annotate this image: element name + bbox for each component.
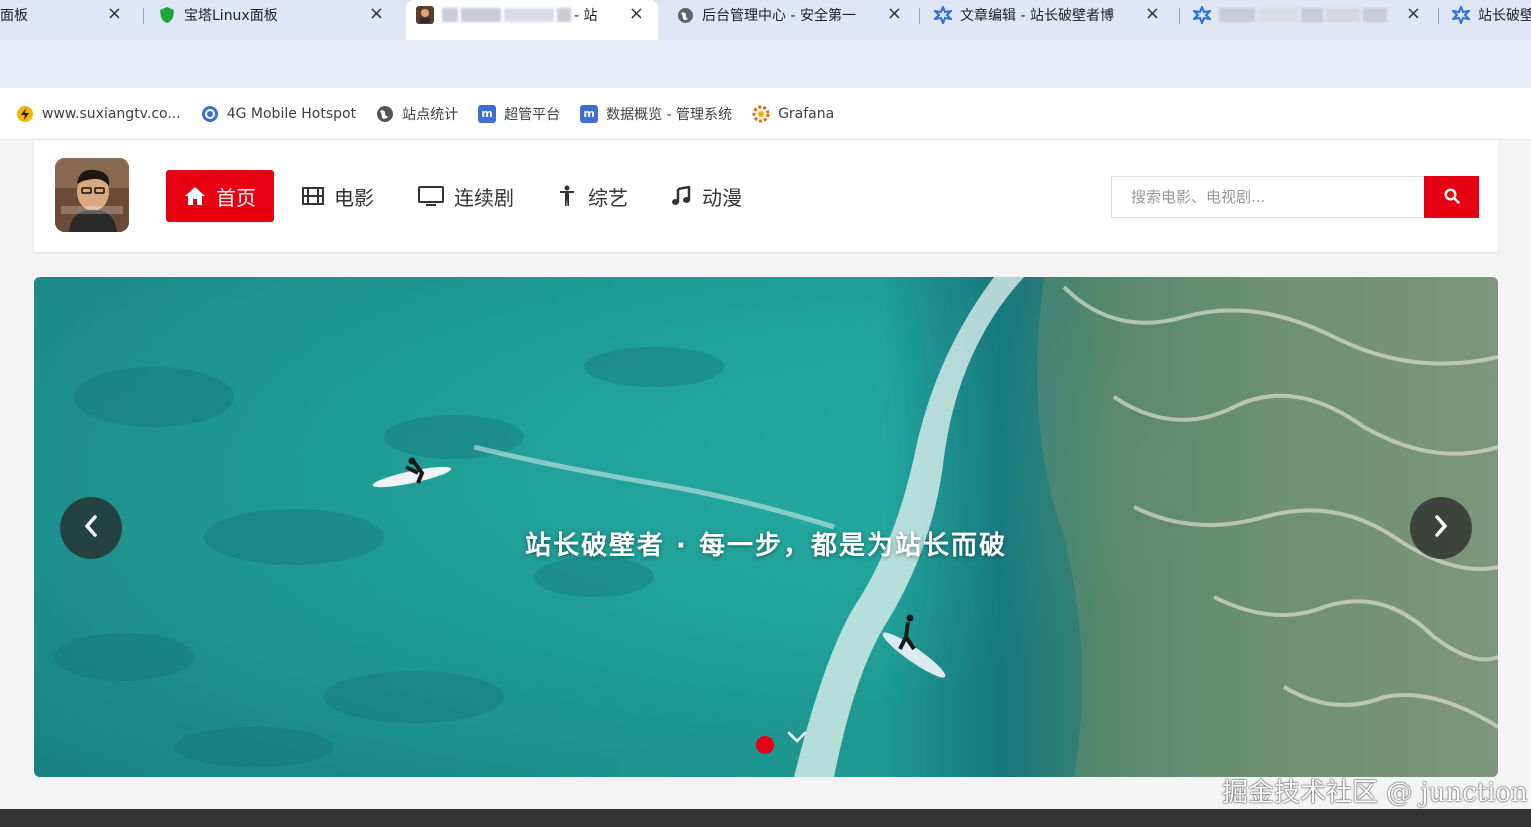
tab-title: 后台管理中心 - 安全第一: [702, 8, 856, 24]
globe-icon: [676, 6, 694, 24]
nav-series[interactable]: 连续剧: [418, 170, 514, 222]
close-tab-icon[interactable]: ×: [1145, 4, 1160, 24]
hotspot-icon: [201, 105, 219, 123]
bookmark-label: Grafana: [778, 105, 835, 122]
site-header: 首页 电影 连续剧 综艺 动漫: [34, 141, 1498, 252]
bottom-strip: [0, 809, 1531, 827]
chevron-right-icon: [1433, 514, 1449, 542]
bookmark-item[interactable]: 4G Mobile Hotspot: [201, 105, 356, 123]
browser-tab-strip: 面板 × 宝塔Linux面板 × - 站 × 后台管理中心 - 安全第一 × 文…: [0, 0, 1531, 40]
bookmark-label: 数据概览 - 管理系统: [606, 106, 733, 123]
grafana-icon: [752, 105, 770, 123]
browser-tab[interactable]: 后台管理中心 - 安全第一 ×: [676, 0, 908, 30]
hero-carousel: 站长破壁者 · 每一步，都是为站长而破: [34, 277, 1498, 777]
browser-tab[interactable]: ×: [1193, 0, 1429, 30]
bookmark-label: www.suxiangtv.co...: [42, 105, 181, 122]
search-button[interactable]: [1424, 176, 1479, 218]
nav-label: 电影: [334, 185, 374, 210]
watermark: 掘金技术社区 @ junction: [1222, 778, 1528, 808]
bookmarks-bar: www.suxiangtv.co... 4G Mobile Hotspot 站点…: [0, 88, 1531, 140]
music-icon: [670, 185, 692, 207]
bookmark-item[interactable]: m 超管平台: [478, 104, 560, 124]
browser-tab[interactable]: 文章编辑 - 站长破壁者博 ×: [934, 0, 1170, 30]
close-tab-icon[interactable]: ×: [107, 4, 122, 24]
bookmark-item[interactable]: 站点统计: [376, 104, 458, 124]
nav-label: 动漫: [702, 185, 742, 210]
carousel-dot-active[interactable]: [756, 736, 774, 754]
browser-tab[interactable]: 面板 ×: [0, 0, 132, 30]
bookmark-label: 站点统计: [402, 106, 459, 123]
search-bar: [1111, 176, 1479, 218]
m-square-icon: m: [478, 104, 497, 123]
puzzle-icon: [1193, 6, 1211, 24]
puzzle-icon: [1452, 6, 1470, 24]
tab-title: - 站: [574, 8, 598, 24]
browser-tab[interactable]: 站长破壁: [1452, 0, 1531, 30]
close-tab-icon[interactable]: ×: [629, 4, 644, 24]
close-tab-icon[interactable]: ×: [369, 4, 384, 24]
bookmark-item[interactable]: m 数据概览 - 管理系统: [580, 104, 732, 124]
tab-title: 文章编辑 - 站长破壁者博: [960, 8, 1114, 24]
browser-tab[interactable]: 宝塔Linux面板 ×: [158, 0, 394, 30]
tv-icon: [418, 185, 444, 207]
chevron-down-icon[interactable]: [786, 729, 808, 745]
bolt-icon: [16, 105, 34, 123]
search-icon: [1443, 187, 1460, 207]
person-icon: [556, 185, 578, 207]
bookmark-item[interactable]: www.suxiangtv.co...: [16, 105, 181, 123]
carousel-next-button[interactable]: [1410, 497, 1472, 559]
home-icon: [184, 185, 206, 207]
browser-tab-active[interactable]: - 站 ×: [406, 0, 658, 40]
tab-title: 站长破壁: [1478, 8, 1531, 24]
carousel-prev-button[interactable]: [60, 497, 122, 559]
nav-label: 连续剧: [454, 185, 514, 210]
browser-toolbar: [0, 40, 1531, 88]
bookmark-label: 4G Mobile Hotspot: [226, 105, 357, 122]
banner-caption: 站长破壁者 · 每一步，都是为站长而破: [525, 531, 1007, 561]
puzzle-icon: [934, 6, 952, 24]
bookmark-item[interactable]: Grafana: [752, 105, 834, 123]
close-tab-icon[interactable]: ×: [887, 4, 902, 24]
nav-label: 首页: [216, 185, 256, 210]
nav-home[interactable]: 首页: [166, 170, 274, 222]
site-logo[interactable]: [55, 158, 129, 232]
nav-anime[interactable]: 动漫: [670, 170, 742, 222]
globe-icon: [376, 105, 394, 123]
film-icon: [302, 185, 324, 207]
nav-label: 综艺: [588, 185, 628, 210]
tab-title: 面板: [0, 8, 28, 24]
search-input[interactable]: [1111, 176, 1424, 218]
bookmark-label: 超管平台: [504, 106, 561, 123]
m-square-icon: m: [580, 104, 599, 123]
nav-variety[interactable]: 综艺: [556, 170, 628, 222]
site-avatar-icon: [416, 6, 434, 24]
close-tab-icon[interactable]: ×: [1406, 4, 1421, 24]
nav-movies[interactable]: 电影: [302, 170, 374, 222]
chevron-left-icon: [83, 514, 99, 542]
tab-title: 宝塔Linux面板: [184, 8, 278, 24]
bt-shield-icon: [158, 6, 176, 24]
